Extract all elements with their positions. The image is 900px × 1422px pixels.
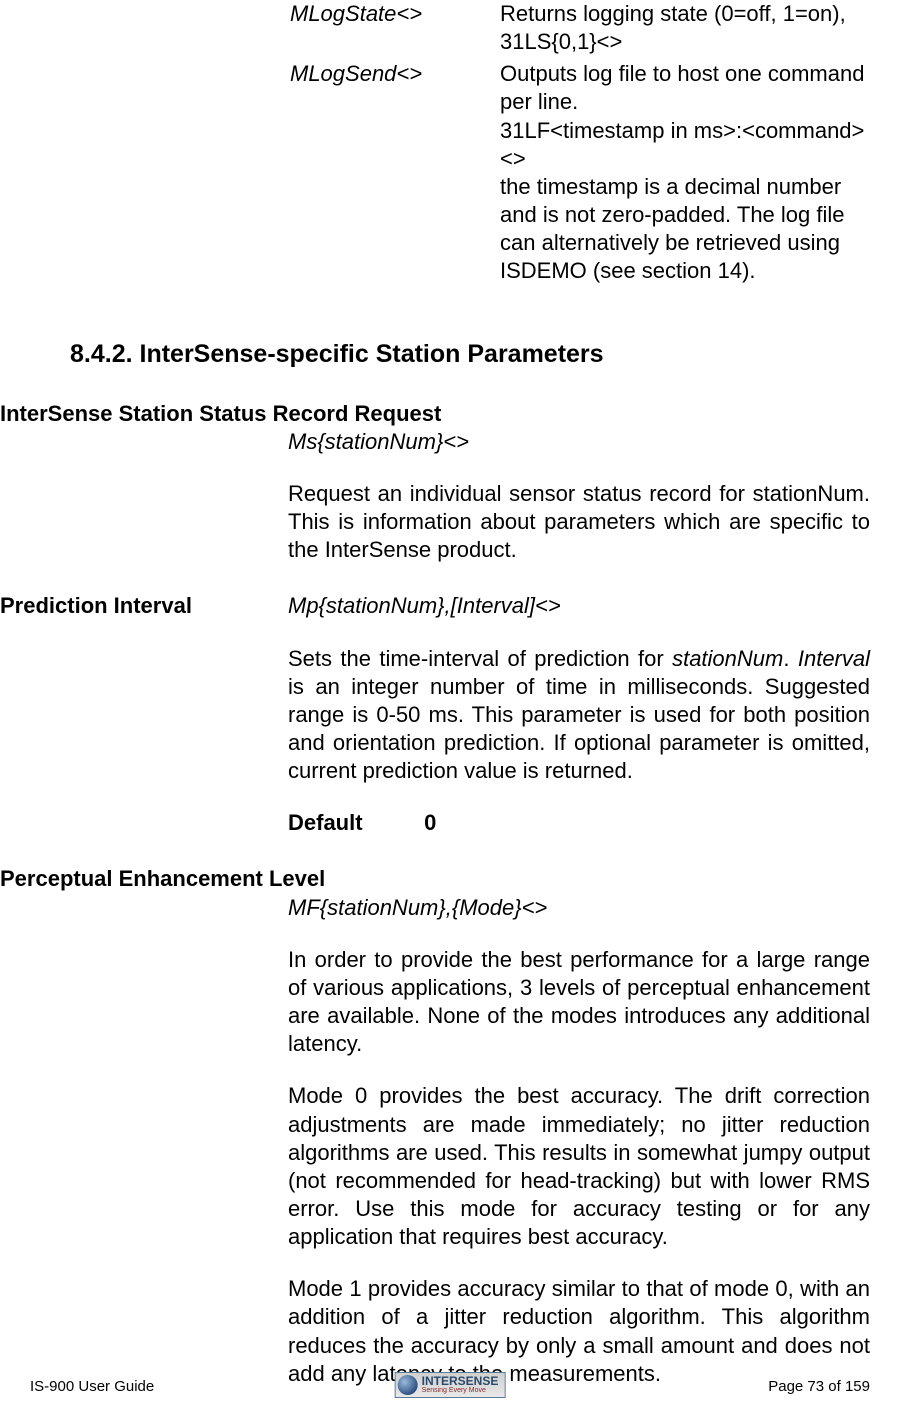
command-row: MLogState<> Returns logging state (0=off… xyxy=(290,0,870,56)
param-prediction-interval: Prediction IntervalMp{stationNum},[Inter… xyxy=(0,592,870,837)
param-perceptual-enhancement: Perceptual Enhancement Level MF{stationN… xyxy=(0,865,870,1388)
command-name: MLogSend<> xyxy=(290,60,500,88)
section-heading: 8.4.2. InterSense-specific Station Param… xyxy=(70,338,870,370)
param-syntax: Mp{stationNum},[Interval]<> xyxy=(288,592,561,620)
command-name: MLogState<> xyxy=(290,0,500,28)
command-desc: Outputs log file to host one command per… xyxy=(500,60,870,285)
param-paragraph: In order to provide the best performance… xyxy=(288,946,870,1059)
param-title: Prediction Interval xyxy=(0,592,288,620)
text-emphasis: stationNum xyxy=(672,646,783,671)
param-row: Prediction IntervalMp{stationNum},[Inter… xyxy=(0,592,870,620)
text-emphasis: Interval xyxy=(798,646,870,671)
param-body: Sets the time-interval of prediction for… xyxy=(288,645,870,786)
default-label: Default xyxy=(288,809,418,837)
default-value: 0 xyxy=(424,810,436,835)
globe-icon xyxy=(398,1375,418,1395)
param-status-record: InterSense Station Status Record Request… xyxy=(0,400,870,565)
footer-right: Page 73 of 159 xyxy=(768,1377,870,1396)
param-paragraph: Mode 1 provides accuracy similar to that… xyxy=(288,1275,870,1388)
param-syntax: Ms{stationNum}<> xyxy=(288,428,870,456)
page-footer: IS-900 User Guide INTERSENSE Sensing Eve… xyxy=(30,1377,870,1396)
param-title: Perceptual Enhancement Level xyxy=(0,865,870,893)
command-row: MLogSend<> Outputs log file to host one … xyxy=(290,60,870,285)
text-fragment: . xyxy=(783,646,798,671)
command-desc: Returns logging state (0=off, 1=on), 31L… xyxy=(500,0,870,56)
param-title: InterSense Station Status Record Request xyxy=(0,400,870,428)
text-fragment: Sets the time-interval of prediction for xyxy=(288,646,672,671)
logo-top-text: INTERSENSE xyxy=(422,1375,499,1387)
text-fragment: is an integer number of time in millisec… xyxy=(288,674,870,783)
footer-logo: INTERSENSE Sensing Every Move xyxy=(395,1372,506,1400)
logo-sub-text: Sensing Every Move xyxy=(422,1387,499,1394)
param-body: Request an individual sensor status reco… xyxy=(288,480,870,564)
param-paragraph: Mode 0 provides the best accuracy. The d… xyxy=(288,1082,870,1251)
intersense-logo-icon: INTERSENSE Sensing Every Move xyxy=(395,1372,506,1398)
logo-text: INTERSENSE Sensing Every Move xyxy=(422,1375,499,1394)
footer-left: IS-900 User Guide xyxy=(30,1377,154,1396)
default-line: Default 0 xyxy=(288,809,870,837)
param-syntax: MF{stationNum},{Mode}<> xyxy=(288,894,870,922)
